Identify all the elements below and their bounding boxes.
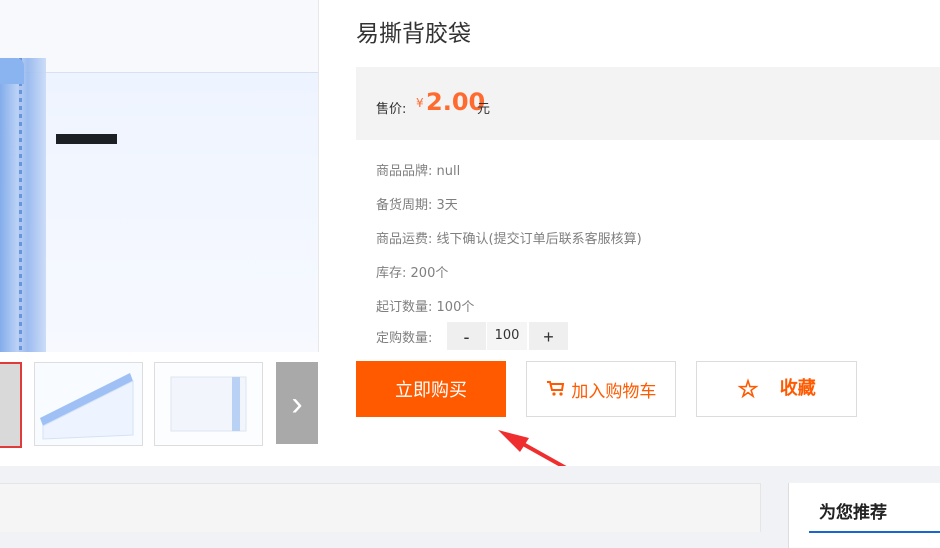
price-panel: 售价: ¥ 2.00 元 [356,67,940,140]
min-order-value: 100个 [436,300,475,315]
add-to-cart-button[interactable]: 加入购物车 [526,361,676,417]
chevron-right-icon: › [291,385,303,423]
shipping-label: 商品运费: [376,232,433,247]
inventory-value: 200个 [410,266,449,281]
thumbnail-selected[interactable] [0,362,22,448]
thumbnail-bag-image [155,363,262,445]
min-order-label: 起订数量: [376,300,433,315]
shipping-row: 商品运费: 线下确认(提交订单后联系客服核算) [376,228,642,247]
price-label: 售价: [376,102,407,117]
buy-now-label: 立即购买 [395,380,467,400]
min-order-row: 起订数量: 100个 [376,296,474,315]
product-title: 易撕背胶袋 [356,21,471,47]
brand-label: 商品品牌: [376,164,433,179]
next-thumbnail-button[interactable]: › [276,362,318,444]
thumbnail-3[interactable] [154,362,263,446]
quantity-input[interactable]: 100 [487,322,527,350]
thumbnail-2[interactable] [34,362,143,446]
recommend-underline [809,531,940,533]
price-unit: 元 [477,102,491,117]
brand-value: null [436,164,461,179]
bag-image [0,72,318,352]
zip-tab [0,58,24,84]
bag-label-strip [56,134,117,144]
favorite-button[interactable]: ☆ 收藏 [696,361,857,417]
star-icon: ☆ [737,375,759,403]
brand-row: 商品品牌: null [376,160,460,179]
add-to-cart-label: 加入购物车 [571,381,657,401]
quantity-minus-button[interactable]: - [447,322,486,350]
zip-strip [0,58,46,352]
stock-period-value: 3天 [436,198,458,213]
favorite-label: 收藏 [779,378,816,399]
thumbnail-bag-image [35,363,142,445]
inventory-row: 库存: 200个 [376,262,448,281]
stock-period-row: 备货周期: 3天 [376,194,458,213]
quantity-label: 定购数量: [376,331,433,346]
cart-icon [546,380,570,401]
shipping-value: 线下确认(提交订单后联系客服核算) [436,232,642,247]
quantity-plus-button[interactable]: + [529,322,568,350]
buy-now-button[interactable]: 立即购买 [356,361,506,417]
price-currency: ¥ [416,96,424,110]
recommend-title: 为您推荐 [819,503,887,523]
detail-tabs-panel [0,483,761,532]
stock-period-label: 备货周期: [376,198,433,213]
product-main-image [0,0,319,352]
inventory-label: 库存: [376,266,407,281]
